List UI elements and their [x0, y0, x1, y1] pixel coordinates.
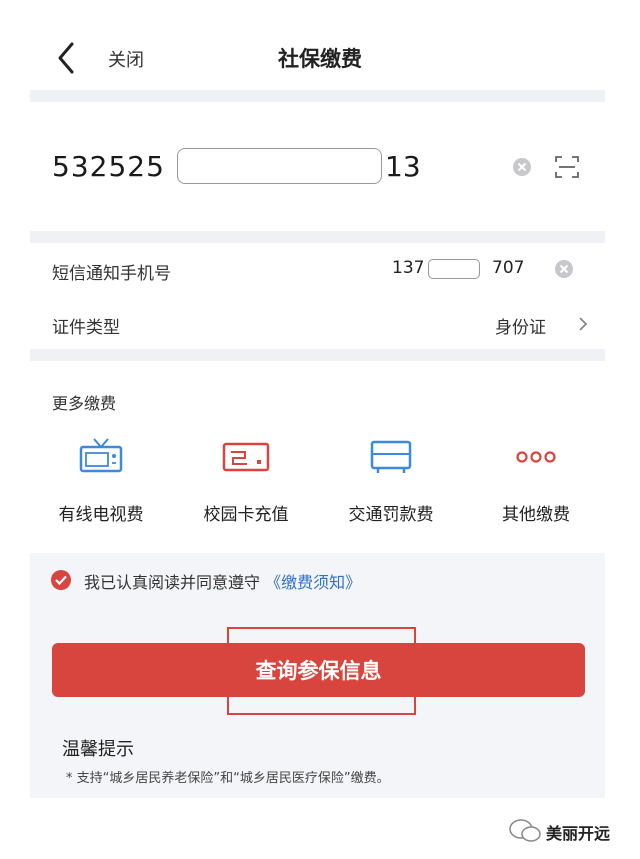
agreement-label: 我已认真阅读并同意遵守 — [84, 573, 261, 592]
campus-card-icon — [222, 442, 270, 472]
id-number-suffix: 13 — [385, 150, 421, 183]
scan-icon[interactable] — [554, 154, 580, 180]
service-cable-tv[interactable]: 有线电视费 — [36, 436, 166, 525]
phone-label: 短信通知手机号 — [52, 264, 171, 284]
watermark-text: 美丽开远 — [546, 824, 611, 843]
payment-notice-link[interactable]: 《缴费须知》 — [265, 573, 361, 592]
id-number-field[interactable]: 532525 13 — [52, 148, 592, 188]
wechat-logo-icon — [509, 819, 541, 842]
clear-icon[interactable] — [554, 259, 574, 279]
id-number-prefix: 532525 — [52, 150, 165, 183]
tips-text: * 支持“城乡居民养老保险”和“城乡居民医疗保险”缴费。 — [66, 771, 390, 786]
clear-icon[interactable] — [512, 157, 532, 177]
tips-title: 温馨提示 — [62, 739, 134, 760]
check-circle-icon[interactable] — [50, 569, 72, 591]
service-label: 交通罚款费 — [348, 505, 434, 525]
section-divider — [30, 90, 605, 102]
service-label: 校园卡充值 — [203, 505, 289, 525]
service-campus-card[interactable]: 校园卡充值 — [181, 436, 311, 525]
highlight-annotation — [227, 627, 416, 715]
phone-field[interactable]: 137 707 — [392, 258, 537, 280]
more-dots-icon — [516, 451, 556, 463]
phone-suffix: 707 — [492, 258, 525, 278]
service-label: 其他缴费 — [502, 505, 570, 525]
id-type-label: 证件类型 — [52, 318, 120, 338]
traffic-fine-icon — [370, 440, 412, 473]
agreement-text: 我已认真阅读并同意遵守 《缴费须知》 — [84, 569, 361, 593]
tv-icon — [79, 438, 123, 473]
service-label: 有线电视费 — [58, 505, 144, 525]
more-payments-title: 更多缴费 — [52, 394, 117, 413]
id-type-select[interactable]: 身份证 — [495, 313, 546, 338]
phone-prefix: 137 — [392, 258, 425, 278]
service-traffic-fine[interactable]: 交通罚款费 — [326, 436, 456, 525]
phone-redaction — [428, 259, 480, 279]
section-divider — [30, 349, 605, 361]
chevron-right-icon[interactable] — [577, 315, 589, 333]
service-other[interactable]: 其他缴费 — [471, 436, 601, 525]
id-number-redaction — [177, 148, 382, 184]
page-title: 社保缴费 — [278, 47, 362, 71]
section-divider — [30, 231, 605, 243]
